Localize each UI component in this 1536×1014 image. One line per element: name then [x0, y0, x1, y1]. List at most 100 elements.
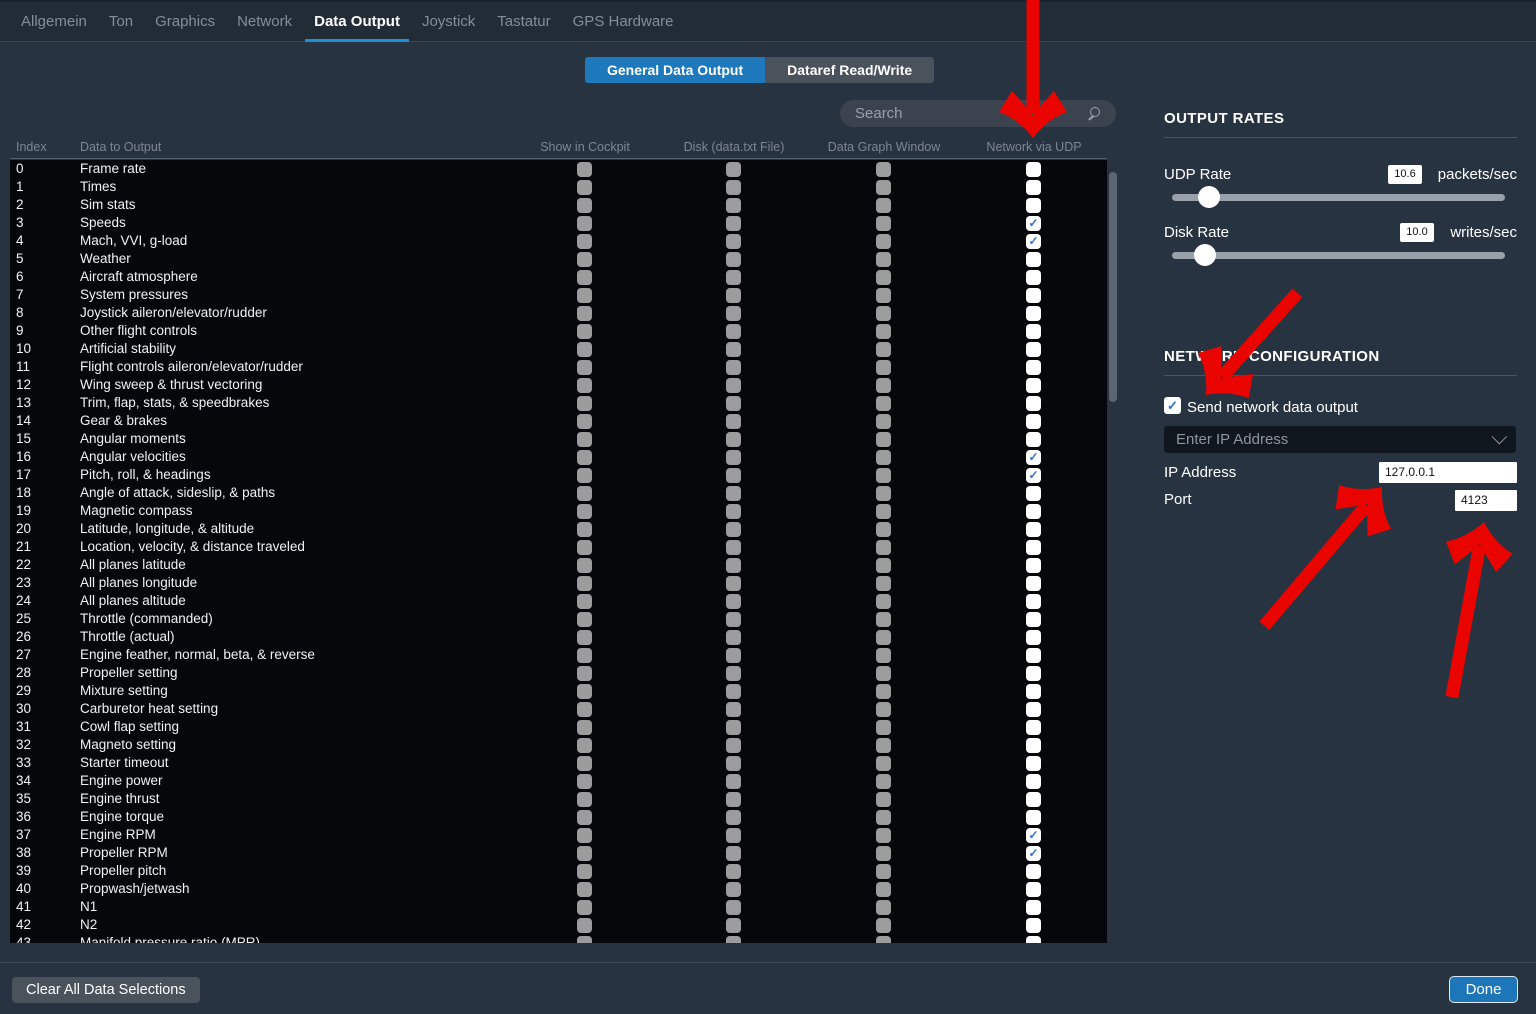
checkbox-disk[interactable] [726, 702, 741, 717]
checkbox-network-udp[interactable] [1026, 558, 1041, 573]
checkbox-network-udp[interactable] [1026, 630, 1041, 645]
checkbox-network-udp[interactable] [1026, 882, 1041, 897]
checkbox-show-in-cockpit[interactable] [577, 252, 592, 267]
checkbox-network-udp[interactable] [1026, 792, 1041, 807]
checkbox-disk[interactable] [726, 540, 741, 555]
disk-rate-value-input[interactable]: 10.0 [1400, 223, 1434, 242]
checkbox-show-in-cockpit[interactable] [577, 342, 592, 357]
checkbox-data-graph[interactable] [876, 756, 891, 771]
checkbox-data-graph[interactable] [876, 486, 891, 501]
checkbox-show-in-cockpit[interactable] [577, 882, 592, 897]
checkbox-network-udp[interactable] [1026, 918, 1041, 933]
udp-rate-slider-knob[interactable] [1198, 186, 1220, 208]
checkbox-show-in-cockpit[interactable] [577, 918, 592, 933]
checkbox-data-graph[interactable] [876, 774, 891, 789]
checkbox-disk[interactable] [726, 216, 741, 231]
checkbox-show-in-cockpit[interactable] [577, 738, 592, 753]
checkbox-network-udp[interactable] [1026, 576, 1041, 591]
checkbox-network-udp[interactable]: ✓ [1026, 216, 1041, 231]
checkbox-disk[interactable] [726, 162, 741, 177]
checkbox-network-udp[interactable] [1026, 360, 1041, 375]
checkbox-data-graph[interactable] [876, 720, 891, 735]
checkbox-show-in-cockpit[interactable] [577, 594, 592, 609]
done-button[interactable]: Done [1449, 976, 1518, 1003]
checkbox-data-graph[interactable] [876, 612, 891, 627]
disk-rate-slider-knob[interactable] [1194, 244, 1216, 266]
checkbox-network-udp[interactable] [1026, 756, 1041, 771]
send-network-data-checkbox[interactable]: ✓ [1164, 397, 1181, 414]
checkbox-network-udp[interactable] [1026, 774, 1041, 789]
subtab-dataref-read-write[interactable]: Dataref Read/Write [765, 57, 934, 83]
checkbox-network-udp[interactable] [1026, 342, 1041, 357]
checkbox-disk[interactable] [726, 558, 741, 573]
tab-data-output[interactable]: Data Output [305, 2, 409, 42]
checkbox-show-in-cockpit[interactable] [577, 630, 592, 645]
checkbox-disk[interactable] [726, 828, 741, 843]
checkbox-show-in-cockpit[interactable] [577, 414, 592, 429]
checkbox-data-graph[interactable] [876, 558, 891, 573]
checkbox-disk[interactable] [726, 414, 741, 429]
checkbox-network-udp[interactable] [1026, 720, 1041, 735]
checkbox-data-graph[interactable] [876, 342, 891, 357]
checkbox-data-graph[interactable] [876, 828, 891, 843]
checkbox-data-graph[interactable] [876, 540, 891, 555]
checkbox-disk[interactable] [726, 918, 741, 933]
checkbox-show-in-cockpit[interactable] [577, 216, 592, 231]
checkbox-disk[interactable] [726, 864, 741, 879]
checkbox-show-in-cockpit[interactable] [577, 900, 592, 915]
checkbox-data-graph[interactable] [876, 648, 891, 663]
checkbox-data-graph[interactable] [876, 216, 891, 231]
checkbox-show-in-cockpit[interactable] [577, 450, 592, 465]
checkbox-show-in-cockpit[interactable] [577, 180, 592, 195]
tab-gps-hardware[interactable]: GPS Hardware [564, 2, 683, 42]
checkbox-disk[interactable] [726, 882, 741, 897]
checkbox-disk[interactable] [726, 486, 741, 501]
checkbox-data-graph[interactable] [876, 522, 891, 537]
checkbox-disk[interactable] [726, 846, 741, 861]
checkbox-disk[interactable] [726, 594, 741, 609]
checkbox-show-in-cockpit[interactable] [577, 936, 592, 944]
checkbox-data-graph[interactable] [876, 504, 891, 519]
checkbox-disk[interactable] [726, 630, 741, 645]
checkbox-data-graph[interactable] [876, 288, 891, 303]
checkbox-network-udp[interactable] [1026, 540, 1041, 555]
checkbox-data-graph[interactable] [876, 270, 891, 285]
checkbox-disk[interactable] [726, 576, 741, 591]
checkbox-disk[interactable] [726, 234, 741, 249]
checkbox-data-graph[interactable] [876, 630, 891, 645]
checkbox-disk[interactable] [726, 324, 741, 339]
checkbox-network-udp[interactable] [1026, 936, 1041, 944]
checkbox-show-in-cockpit[interactable] [577, 648, 592, 663]
checkbox-data-graph[interactable] [876, 882, 891, 897]
checkbox-disk[interactable] [726, 720, 741, 735]
checkbox-data-graph[interactable] [876, 684, 891, 699]
table-scrollbar-thumb[interactable] [1109, 172, 1117, 402]
checkbox-data-graph[interactable] [876, 468, 891, 483]
checkbox-network-udp[interactable] [1026, 810, 1041, 825]
checkbox-show-in-cockpit[interactable] [577, 792, 592, 807]
tab-network[interactable]: Network [228, 2, 301, 42]
checkbox-disk[interactable] [726, 396, 741, 411]
checkbox-network-udp[interactable] [1026, 180, 1041, 195]
checkbox-network-udp[interactable] [1026, 864, 1041, 879]
udp-rate-value-input[interactable]: 10.6 [1388, 165, 1422, 184]
checkbox-disk[interactable] [726, 612, 741, 627]
checkbox-disk[interactable] [726, 180, 741, 195]
checkbox-show-in-cockpit[interactable] [577, 162, 592, 177]
tab-ton[interactable]: Ton [100, 2, 142, 42]
checkbox-data-graph[interactable] [876, 702, 891, 717]
checkbox-show-in-cockpit[interactable] [577, 432, 592, 447]
checkbox-network-udp[interactable] [1026, 900, 1041, 915]
checkbox-disk[interactable] [726, 936, 741, 944]
checkbox-data-graph[interactable] [876, 738, 891, 753]
checkbox-show-in-cockpit[interactable] [577, 846, 592, 861]
checkbox-data-graph[interactable] [876, 414, 891, 429]
checkbox-show-in-cockpit[interactable] [577, 378, 592, 393]
checkbox-show-in-cockpit[interactable] [577, 288, 592, 303]
checkbox-show-in-cockpit[interactable] [577, 504, 592, 519]
checkbox-data-graph[interactable] [876, 810, 891, 825]
checkbox-disk[interactable] [726, 432, 741, 447]
checkbox-show-in-cockpit[interactable] [577, 756, 592, 771]
checkbox-show-in-cockpit[interactable] [577, 360, 592, 375]
checkbox-data-graph[interactable] [876, 324, 891, 339]
